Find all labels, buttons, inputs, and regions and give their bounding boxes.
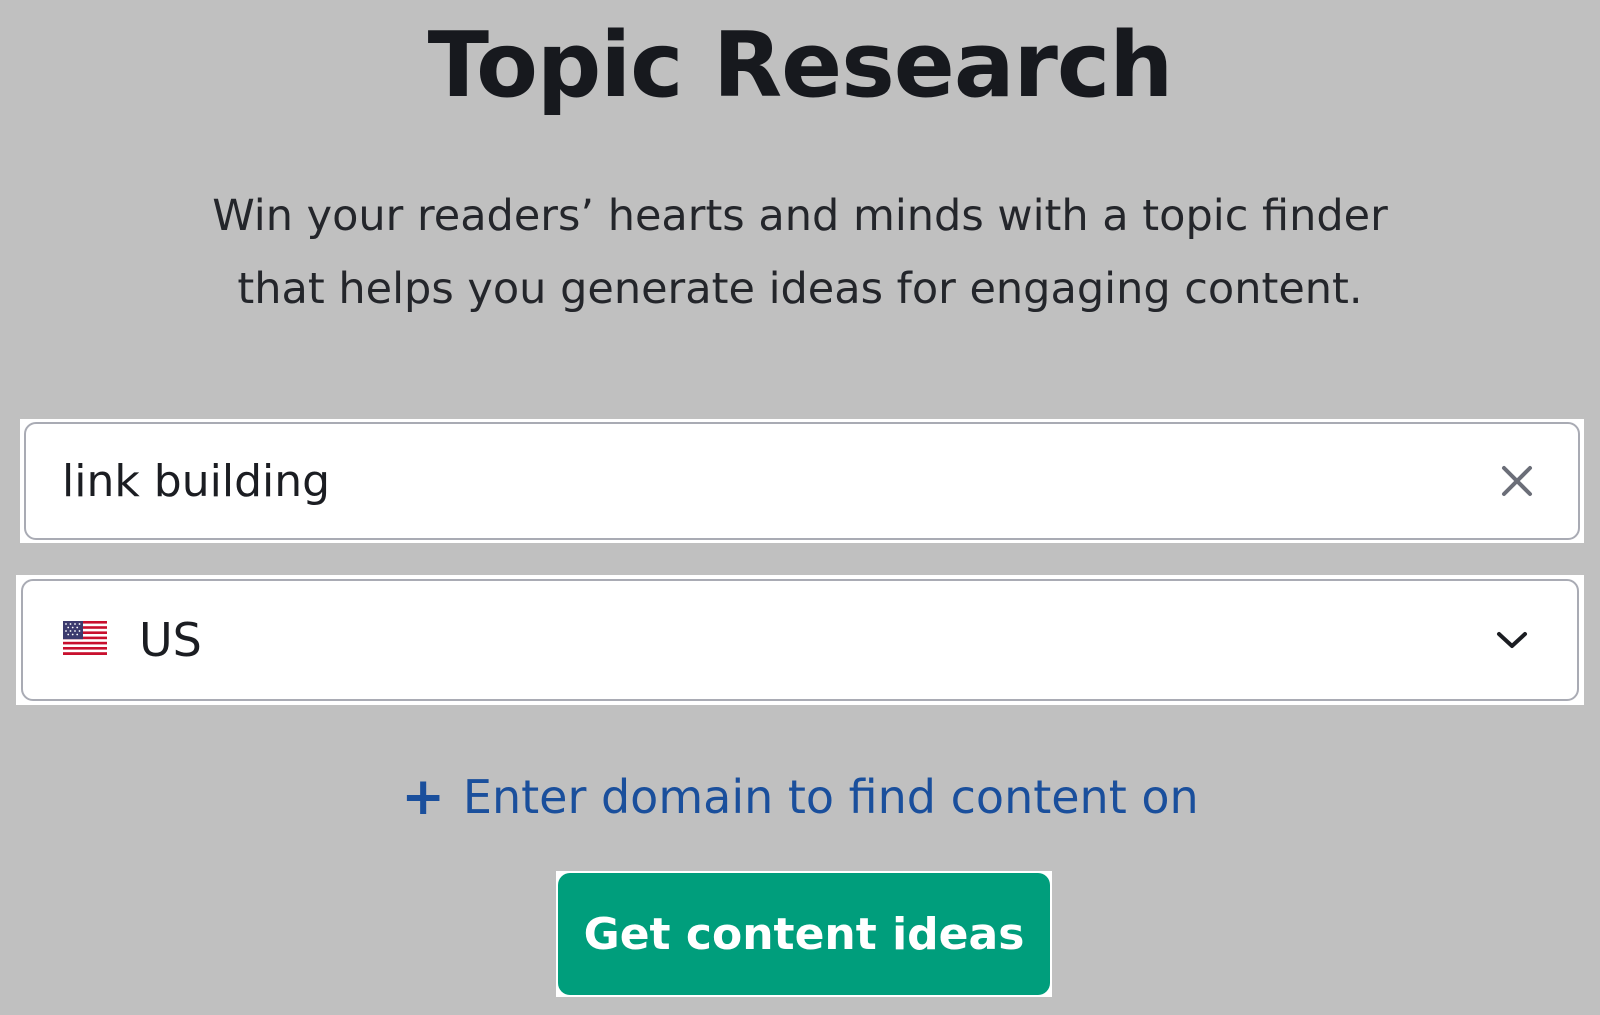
close-icon[interactable]: [1500, 464, 1534, 498]
country-selected-value: US: [139, 613, 202, 667]
page-subtitle: Win your readers’ hearts and minds with …: [150, 180, 1450, 326]
country-select[interactable]: US: [21, 579, 1579, 701]
enter-domain-label: Enter domain to find content on: [462, 770, 1199, 824]
keyword-input[interactable]: [62, 455, 1422, 507]
get-content-ideas-button[interactable]: Get content ideas: [558, 873, 1050, 995]
plus-icon: +: [401, 767, 445, 827]
enter-domain-link[interactable]: + Enter domain to find content on: [0, 762, 1600, 832]
subtitle-line-2: that helps you generate ideas for engagi…: [237, 264, 1363, 314]
us-flag-icon: [63, 621, 107, 655]
chevron-down-icon[interactable]: [1495, 629, 1529, 651]
page-title: Topic Research: [427, 13, 1174, 118]
keyword-field[interactable]: [24, 422, 1580, 540]
subtitle-line-1: Win your readers’ hearts and minds with …: [212, 191, 1388, 241]
